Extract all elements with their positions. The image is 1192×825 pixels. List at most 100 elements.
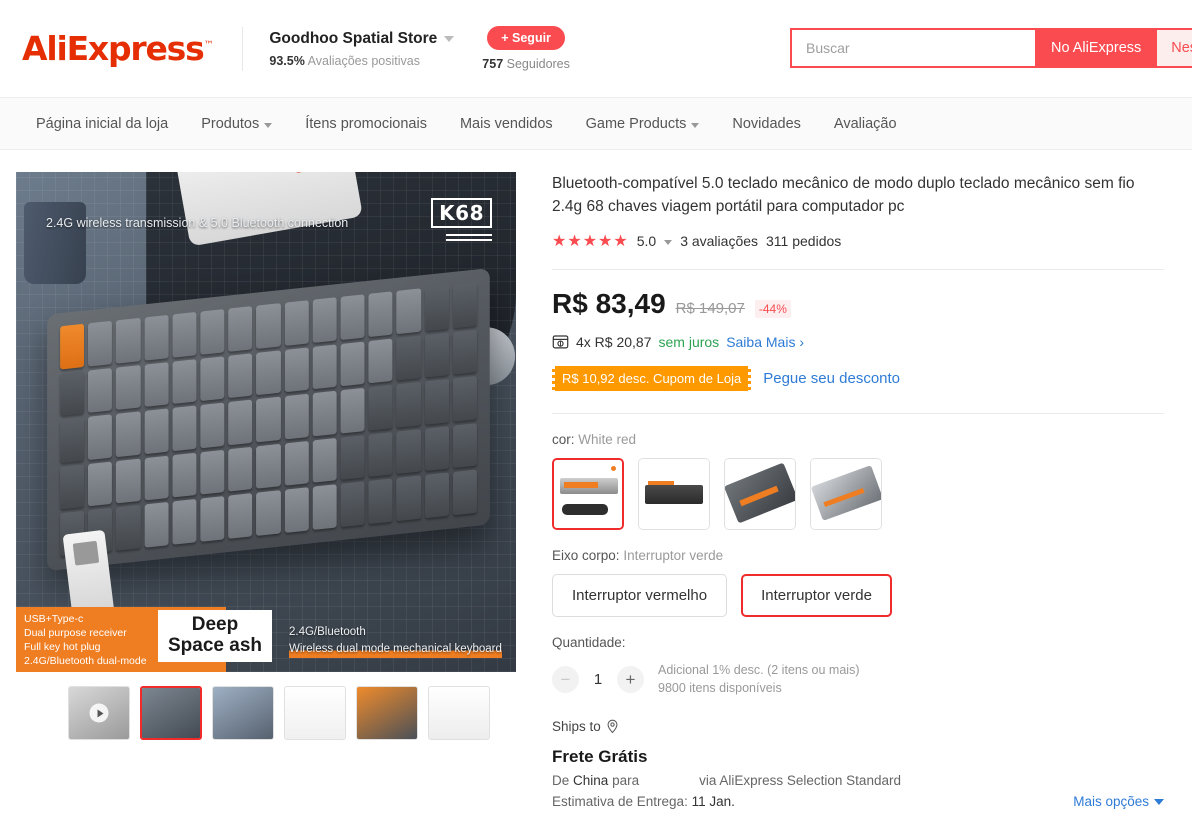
store-rating-pct: 93.5%	[269, 53, 305, 68]
search-bar: No AliExpress Nesta loja	[790, 28, 1192, 68]
ships-to-label: Ships to	[552, 719, 601, 734]
followers-label: Seguidores	[506, 57, 570, 71]
color-options	[552, 458, 1164, 530]
order-count: 311 pedidos	[766, 233, 842, 249]
shipping-method: via AliExpress Selection Standard	[699, 773, 901, 788]
quantity-decrease-button[interactable]: −	[552, 665, 579, 693]
coupon-row: R$ 10,92 desc. Cupom de Loja Pegue seu d…	[552, 366, 1164, 391]
thumb-art	[285, 687, 345, 739]
search-scope-store-button[interactable]: Nesta loja	[1157, 28, 1192, 68]
chevron-down-icon	[691, 122, 700, 128]
installment-amount: 4x R$ 20,87	[576, 333, 652, 350]
thumbnail-2[interactable]	[140, 686, 202, 740]
thumbnail-6[interactable]	[428, 686, 490, 740]
quantity-stock: 9800 itens disponíveis	[658, 681, 782, 695]
more-shipping-options-link[interactable]: Mais opções	[1073, 794, 1164, 809]
nav-label: Avaliação	[833, 115, 897, 132]
installment-learn-more-link[interactable]: Saiba Mais ›	[726, 334, 804, 350]
color-label: cor:	[552, 432, 575, 447]
nav-item-mais-vendidos[interactable]: Mais vendidos	[460, 116, 553, 132]
color-option-space-ash[interactable]	[810, 458, 882, 530]
thumbnail-4[interactable]	[284, 686, 346, 740]
installment-row: 4x R$ 20,87 sem juros Saiba Mais ›	[552, 333, 1164, 350]
color-section: cor: White red	[552, 414, 1164, 530]
thumbnail-5[interactable]	[356, 686, 418, 740]
eta-label: Estimativa de Entrega:	[552, 794, 688, 809]
nav-label: Produtos	[201, 115, 260, 132]
shipping-origin-row: De China para via AliExpress Selection S…	[552, 773, 1164, 788]
logo-trademark: ™	[203, 40, 214, 51]
image-caption-br-line2: Wireless dual mode mechanical keyboard	[289, 641, 502, 658]
image-keyboard	[47, 268, 490, 571]
header-divider	[242, 26, 244, 71]
switch-option-green[interactable]: Interruptor verde	[741, 574, 892, 617]
image-k68-badge: K68	[431, 198, 492, 228]
review-count[interactable]: 3 avaliações	[680, 233, 758, 249]
discount-badge: -44%	[754, 300, 791, 318]
shipping-from-country: China	[573, 773, 609, 788]
nav-item-novidades[interactable]: Novidades	[732, 116, 801, 132]
site-header: AliExpress™ Goodhoo Spatial Store 93.5% …	[0, 0, 1192, 98]
switch-value: Interruptor verde	[623, 548, 724, 563]
product-info-panel: Bluetooth-compatível 5.0 teclado mecânic…	[516, 172, 1192, 809]
rating-value: 5.0	[636, 233, 657, 249]
image-mug	[24, 202, 86, 284]
chevron-down-icon[interactable]	[444, 35, 455, 42]
quantity-stepper: − 1 +	[552, 665, 644, 693]
store-name: Goodhoo Spatial Store	[269, 29, 438, 47]
color-option-black[interactable]	[638, 458, 710, 530]
quantity-row: − 1 + Adicional 1% desc. (2 itens ou mai…	[552, 661, 1164, 697]
shipping-eta-row: Estimativa de Entrega: 11 Jan. Mais opçõ…	[552, 794, 1164, 809]
search-input[interactable]	[790, 28, 1035, 68]
thumb-art	[429, 687, 489, 739]
nav-item-home[interactable]: Página inicial da loja	[36, 116, 168, 132]
follow-button[interactable]: + Seguir	[487, 26, 565, 50]
quantity-label: Quantidade:	[552, 635, 626, 650]
thumb-art	[357, 687, 417, 739]
thumb-art	[142, 688, 200, 738]
location-pin-icon	[607, 719, 618, 734]
color-option-white-red[interactable]	[552, 458, 624, 530]
thumbnail-strip	[16, 686, 516, 740]
thumbnail-video[interactable]	[68, 686, 130, 740]
play-icon[interactable]	[89, 703, 109, 723]
followers-count: 757	[482, 57, 504, 71]
followers-count-row: 757 Seguidores	[482, 57, 570, 71]
nav-item-avaliacao[interactable]: Avaliação	[834, 116, 897, 132]
nav-item-promocionais[interactable]: Ítens promocionais	[305, 116, 427, 132]
product-title: Bluetooth-compatível 5.0 teclado mecânic…	[552, 175, 1135, 215]
nav-item-game-products[interactable]: Game Products	[586, 116, 700, 132]
installment-interest-free: sem juros	[658, 333, 720, 350]
switch-section: Eixo corpo: Interruptor verde Interrupto…	[552, 530, 1164, 617]
quantity-increase-button[interactable]: +	[617, 665, 644, 693]
store-navigation: Página inicial da loja Produtos Ítens pr…	[0, 98, 1192, 150]
original-price: R$ 149,07	[675, 300, 745, 317]
chevron-down-icon	[264, 122, 273, 128]
search-scope-all-button[interactable]: No AliExpress	[1035, 28, 1158, 68]
switch-label-row: Eixo corpo: Interruptor verde	[552, 548, 1164, 563]
price-row: R$ 83,49 R$ 149,07 -44%	[552, 270, 1164, 320]
color-value: White red	[578, 432, 637, 447]
follow-block: + Seguir 757 Seguidores	[482, 26, 570, 71]
color-label-row: cor: White red	[552, 432, 1164, 447]
main-product-image[interactable]: 2.4G wireless transmission & 5.0 Bluetoo…	[16, 172, 516, 672]
switch-options: Interruptor vermelho Interruptor verde	[552, 574, 1164, 617]
chevron-down-icon	[1154, 798, 1164, 805]
aliexpress-logo[interactable]: AliExpress™	[22, 32, 214, 65]
store-name-row[interactable]: Goodhoo Spatial Store	[269, 29, 455, 48]
store-rating-label: Avaliações positivas	[307, 53, 420, 68]
quantity-value[interactable]: 1	[591, 671, 605, 688]
image-caption-bottom-right: 2.4G/Bluetooth Wireless dual mode mechan…	[289, 624, 502, 658]
image-badge-lines	[446, 234, 492, 244]
quantity-section: Quantidade: − 1 + Adicional 1% desc. (2 …	[552, 617, 1164, 697]
switch-option-red[interactable]: Interruptor vermelho	[552, 574, 728, 617]
delivery-estimate: Estimativa de Entrega: 11 Jan.	[552, 794, 735, 809]
ships-to-row[interactable]: Ships to	[552, 719, 1164, 734]
coupon-claim-link[interactable]: Pegue seu desconto	[763, 370, 900, 387]
chevron-down-icon[interactable]	[664, 240, 673, 245]
thumbnail-3[interactable]	[212, 686, 274, 740]
color-option-grey-orange[interactable]	[724, 458, 796, 530]
nav-item-produtos[interactable]: Produtos	[201, 115, 273, 132]
shipping-to-suffix: para	[612, 773, 640, 788]
product-gallery: 2.4G wireless transmission & 5.0 Bluetoo…	[16, 172, 516, 809]
